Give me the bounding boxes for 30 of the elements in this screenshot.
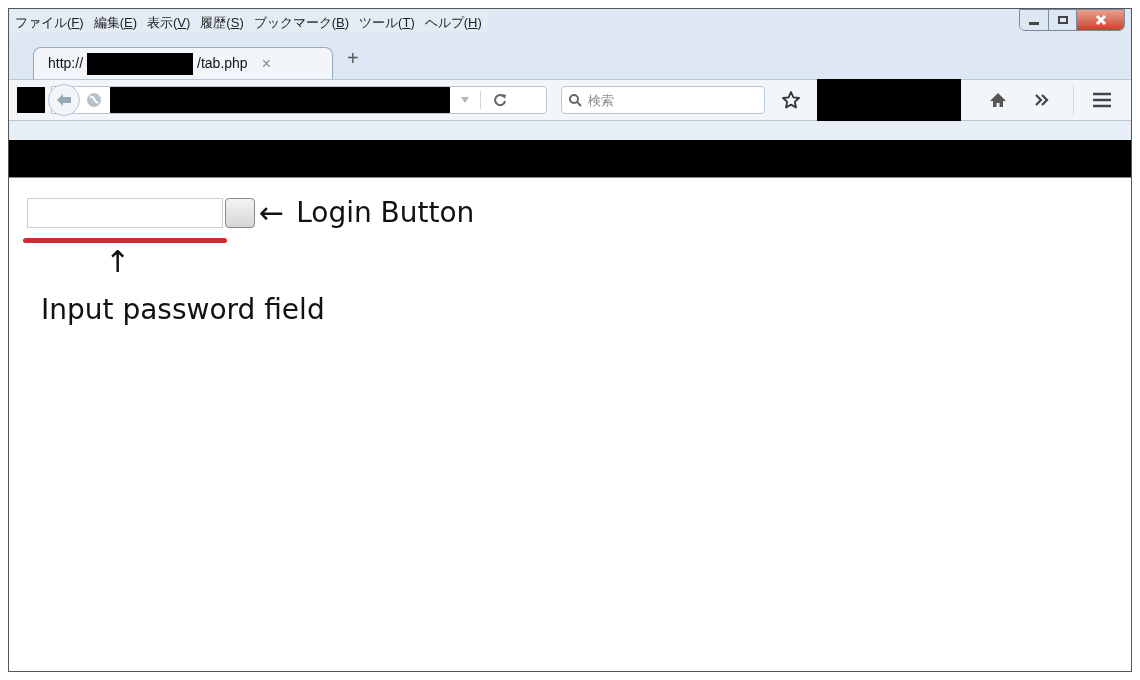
arrow-icon: ↑	[105, 247, 131, 277]
home-icon[interactable]	[989, 91, 1007, 109]
close-icon	[1094, 14, 1107, 26]
tab-title: http://	[48, 54, 84, 73]
star-icon[interactable]	[781, 90, 801, 110]
menu-item[interactable]: ファイル(F)	[15, 13, 84, 33]
redacted-block	[17, 87, 45, 113]
close-button[interactable]	[1076, 10, 1124, 30]
arrow-icon: ←	[259, 198, 285, 228]
chevron-icon[interactable]	[1035, 94, 1049, 106]
login-button[interactable]	[225, 198, 255, 228]
tab-title: /tab.php	[197, 54, 248, 73]
menu-item[interactable]: 編集(E)	[93, 13, 137, 33]
address-bar[interactable]	[51, 86, 547, 114]
menu-item[interactable]: ツール(T)	[359, 13, 415, 33]
menu-item[interactable]: 履歴(S)	[200, 13, 244, 33]
search-field[interactable]: 検索	[561, 86, 765, 114]
menu-item[interactable]: ヘルプ(H)	[424, 13, 482, 33]
globe-icon	[86, 92, 102, 108]
annotation-label: Input password field	[41, 292, 325, 328]
menu-icon[interactable]	[1092, 92, 1112, 108]
reload-icon[interactable]	[493, 93, 507, 107]
annotation-label: Login Button	[296, 195, 475, 231]
menu-item[interactable]: 表示(V)	[147, 13, 191, 33]
new-tab-button[interactable]: +	[347, 43, 359, 73]
password-field[interactable]	[27, 198, 223, 228]
back-arrow-icon	[56, 93, 72, 107]
browser-tab[interactable]: http:// /tab.php ×	[33, 47, 333, 79]
menu-item[interactable]: ブックマーク(B)	[253, 13, 350, 33]
search-icon	[568, 93, 582, 107]
